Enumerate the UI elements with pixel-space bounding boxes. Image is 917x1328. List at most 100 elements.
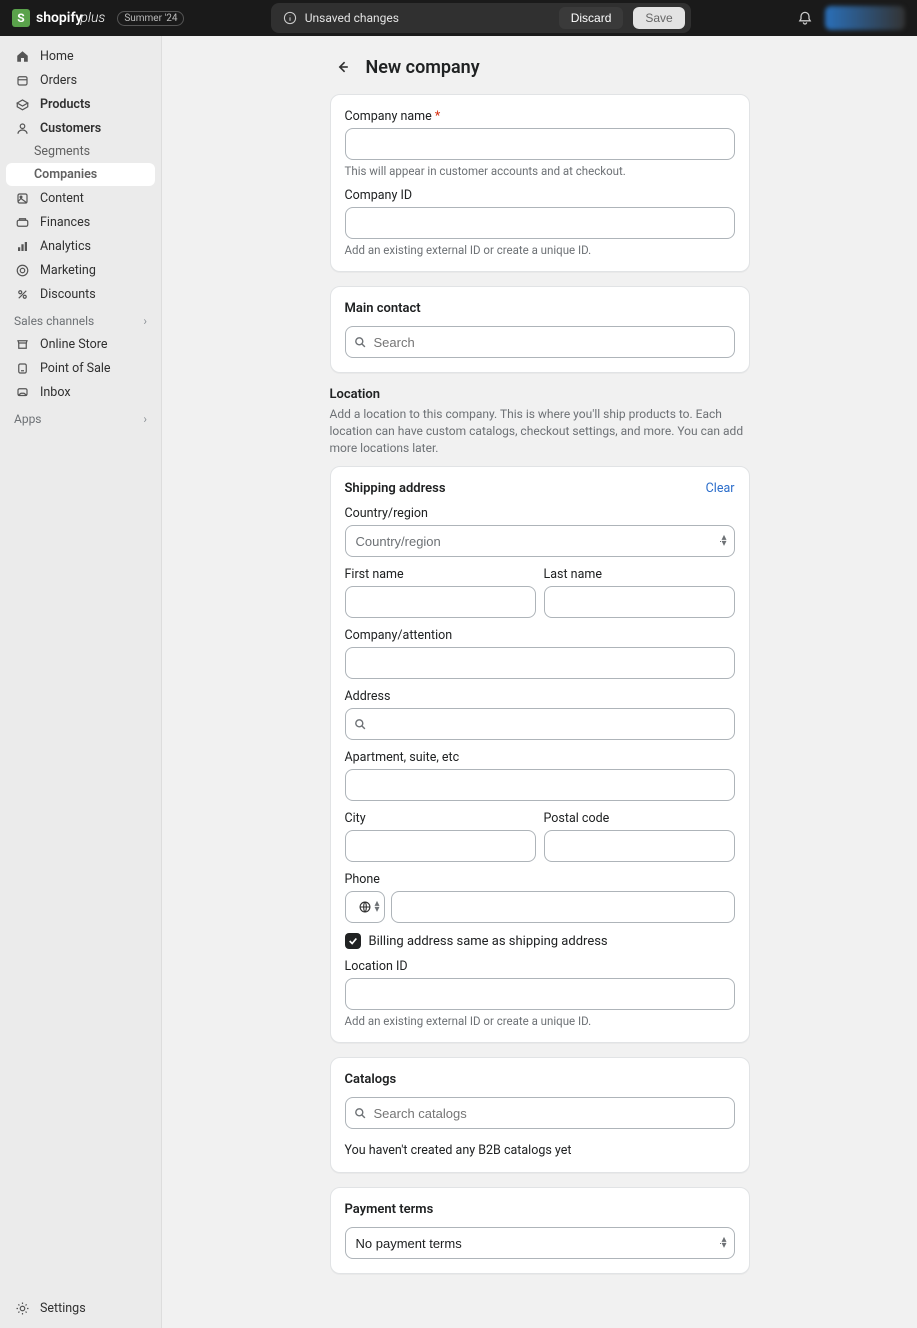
last-name-input[interactable] [544,586,735,618]
sidebar-item-inbox[interactable]: Inbox [6,380,155,404]
catalogs-search-input[interactable] [345,1097,735,1129]
shipping-address-card: Shipping address Clear Country/region Co… [330,466,750,1043]
sidebar-item-label: Marketing [40,263,96,278]
payment-terms-select[interactable]: No payment terms [345,1227,735,1259]
first-name-input[interactable] [345,586,536,618]
discounts-icon [14,286,30,302]
company-info-card: Company name * This will appear in custo… [330,94,750,272]
sidebar-item-label: Customers [40,121,101,136]
main-contact-search-input[interactable] [345,326,735,358]
sidebar-item-finances[interactable]: Finances [6,210,155,234]
sidebar-item-label: Analytics [40,239,91,254]
catalogs-heading: Catalogs [345,1072,735,1087]
company-attention-label: Company/attention [345,628,735,643]
postal-input[interactable] [544,830,735,862]
sidebar-item-settings[interactable]: Settings [6,1296,155,1320]
brand-logo[interactable]: S shopifyplus Summer '24 [12,9,184,27]
unsaved-changes-bar: Unsaved changes Discard Save [271,3,691,33]
content-icon [14,190,30,206]
sidebar-item-label: Point of Sale [40,361,111,376]
gear-icon [14,1300,30,1316]
unsaved-text: Unsaved changes [305,11,399,25]
sidebar-item-online-store[interactable]: Online Store [6,332,155,356]
clear-button[interactable]: Clear [706,481,735,496]
chevron-right-icon: › [143,412,147,426]
catalogs-card: Catalogs You haven't created any B2B cat… [330,1057,750,1173]
sidebar-item-label: Segments [34,144,90,159]
location-description: Add a location to this company. This is … [330,406,750,456]
company-attention-input[interactable] [345,647,735,679]
discard-button[interactable]: Discard [559,7,624,29]
country-select[interactable]: Country/region [345,525,735,557]
address-label: Address [345,689,735,704]
apartment-input[interactable] [345,769,735,801]
marketing-icon [14,262,30,278]
globe-icon [358,900,372,914]
sidebar-item-discounts[interactable]: Discounts [6,282,155,306]
phone-country-select[interactable]: ▴▾ [345,891,385,923]
summer-badge: Summer '24 [117,11,184,26]
location-id-label: Location ID [345,959,735,974]
company-id-help: Add an existing external ID or create a … [345,243,735,257]
finances-icon [14,214,30,230]
sidebar-item-companies[interactable]: Companies [6,163,155,186]
section-label: Sales channels [14,314,94,328]
sidebar-section-sales-channels[interactable]: Sales channels › [6,306,155,332]
store-switcher[interactable] [825,6,905,30]
apartment-label: Apartment, suite, etc [345,750,735,765]
back-button[interactable] [330,54,356,80]
sidebar-item-home[interactable]: Home [6,44,155,68]
payment-terms-card: Payment terms No payment terms ▴▾ [330,1187,750,1274]
sidebar-item-segments[interactable]: Segments [6,140,155,163]
select-chevron-icon: ▴▾ [374,901,379,913]
notifications-icon[interactable] [797,10,813,26]
sidebar-item-label: Content [40,191,84,206]
info-icon [283,11,297,25]
sidebar-item-label: Online Store [40,337,107,352]
chevron-right-icon: › [143,314,147,328]
sidebar-item-pos[interactable]: Point of Sale [6,356,155,380]
section-label: Apps [14,412,42,426]
checkmark-icon [348,936,358,946]
analytics-icon [14,238,30,254]
pos-icon [14,360,30,376]
sidebar-item-products[interactable]: Products [6,92,155,116]
country-label: Country/region [345,506,735,521]
sidebar-item-label: Companies [34,167,97,182]
customers-icon [14,120,30,136]
location-id-input[interactable] [345,978,735,1010]
sidebar-item-orders[interactable]: Orders [6,68,155,92]
company-id-label: Company ID [345,188,735,203]
search-icon [353,335,367,349]
main-content: New company Company name * This will app… [162,36,917,1328]
sidebar-item-label: Discounts [40,287,96,302]
company-name-label: Company name * [345,109,735,124]
sidebar: Home Orders Products Customers Segments … [0,36,162,1328]
phone-label: Phone [345,872,735,887]
search-icon [353,1106,367,1120]
billing-same-checkbox[interactable] [345,933,361,949]
company-name-help: This will appear in customer accounts an… [345,164,735,178]
sidebar-item-label: Inbox [40,385,71,400]
company-name-input[interactable] [345,128,735,160]
address-input[interactable] [345,708,735,740]
sidebar-section-apps[interactable]: Apps › [6,404,155,430]
sidebar-item-label: Settings [40,1301,86,1316]
sidebar-item-customers[interactable]: Customers [6,116,155,140]
sidebar-item-content[interactable]: Content [6,186,155,210]
shopify-bag-icon: S [12,9,30,27]
sidebar-item-marketing[interactable]: Marketing [6,258,155,282]
main-contact-card: Main contact [330,286,750,373]
sidebar-item-analytics[interactable]: Analytics [6,234,155,258]
sidebar-item-label: Home [40,49,74,64]
page-title: New company [366,57,480,78]
location-id-help: Add an existing external ID or create a … [345,1014,735,1028]
sidebar-item-label: Finances [40,215,90,230]
main-contact-heading: Main contact [345,301,735,316]
phone-input[interactable] [391,891,735,923]
home-icon [14,48,30,64]
city-input[interactable] [345,830,536,862]
catalogs-empty-text: You haven't created any B2B catalogs yet [345,1143,735,1158]
save-button[interactable]: Save [633,7,684,29]
company-id-input[interactable] [345,207,735,239]
